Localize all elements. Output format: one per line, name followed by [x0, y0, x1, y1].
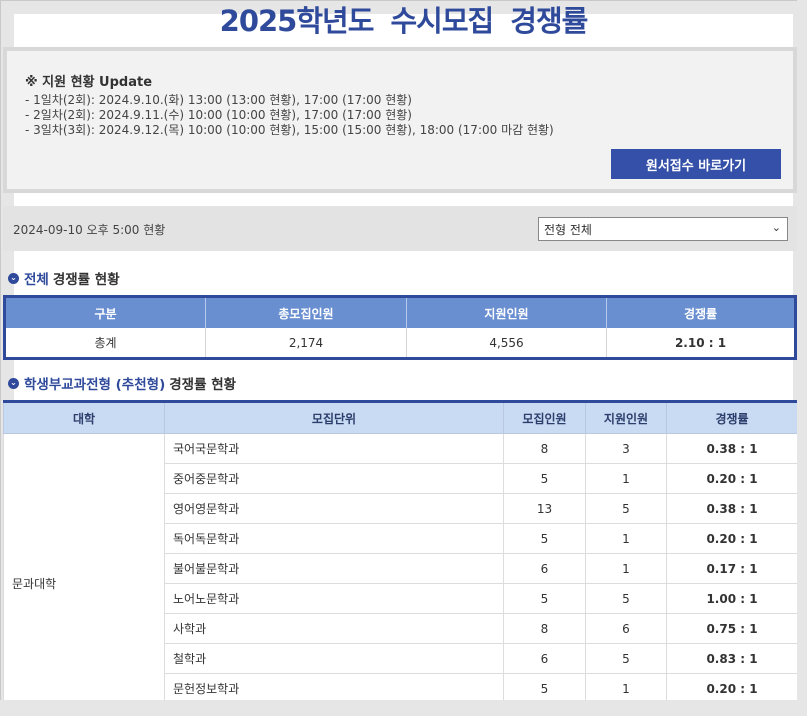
total-table-row: 총계 2,174 4,556 2.10 : 1: [4, 328, 796, 359]
applicants-cell: 3: [585, 433, 667, 464]
header-competition-rate: 경쟁률: [606, 296, 796, 328]
recruit-unit-cell: 영어영문학과: [164, 493, 504, 524]
quota-cell: 6: [503, 553, 586, 584]
total-table-header-row: 구분 총모집인원 지원인원 경쟁률: [4, 296, 796, 328]
page-title: 2025학년도 수시모집 경쟁률: [219, 4, 589, 38]
quota-cell: 6: [503, 643, 586, 674]
header-total-quota: 총모집인원: [205, 296, 407, 328]
notice-heading: ※ 지원 현황 Update: [25, 75, 153, 90]
rate-cell: 0.20 : 1: [666, 463, 798, 494]
detail-table-header-row: 대학 모집단위 모집인원 지원인원 경쟁률: [3, 401, 798, 434]
recruit-unit-cell: 국어국문학과: [164, 433, 504, 464]
recruit-unit-cell: 문헌정보학과: [164, 673, 504, 704]
header-college: 대학: [3, 401, 165, 434]
rate-cell: 0.20 : 1: [666, 523, 798, 554]
detail-section-title: ⌄ 학생부교과전형 (추천형) 경쟁률 현황: [8, 373, 236, 393]
table-row: 문과대학 국어국문학과 8 3 0.38 : 1: [3, 433, 798, 716]
chevron-circle-icon: ⌄: [8, 272, 19, 284]
applicants-cell: 1: [585, 463, 667, 494]
rate-cell: 0.17 : 1: [666, 553, 798, 584]
applicants-cell: 5: [585, 643, 667, 674]
notice-line-day3: - 3일차(3회): 2024.9.12.(목) 10:00 (10:00 현황…: [25, 123, 554, 137]
quota-cell: 5: [503, 523, 586, 554]
recruit-unit-cell: 노어노문학과: [164, 583, 504, 614]
recruit-unit-cell: 철학과: [164, 643, 504, 674]
total-section-title: ⌄ 전체 경쟁률 현황: [8, 268, 120, 288]
detail-table: 대학 모집단위 모집인원 지원인원 경쟁률 문과대학 국어국문학과 8 3 0.38 :…: [3, 400, 798, 716]
applicants-cell: 1: [585, 673, 667, 704]
recruit-unit-cell: 독어독문학과: [164, 523, 504, 554]
bottom-edge: [0, 700, 807, 716]
recruit-unit-cell: 사학과: [164, 613, 504, 644]
update-notice-box: ※ 지원 현황 Update - 1일차(2회): 2024.9.10.(화) …: [3, 47, 797, 193]
quota-cell: 5: [503, 583, 586, 614]
total-category: 총계: [4, 328, 206, 359]
rate-cell: 1.00 : 1: [666, 583, 798, 614]
total-quota: 2,174: [205, 328, 407, 359]
rate-cell: 0.38 : 1: [666, 493, 798, 524]
applicants-cell: 1: [585, 523, 667, 554]
header-applicants: 지원인원: [406, 296, 607, 328]
rate-cell: 0.83 : 1: [666, 643, 798, 674]
applicants-cell: 5: [585, 493, 667, 524]
total-applicants: 4,556: [406, 328, 607, 359]
applicants-cell: 1: [585, 553, 667, 584]
college-cell: 문과대학: [3, 433, 165, 716]
detail-section-accent: 학생부교과전형 (추천형): [24, 377, 166, 393]
header-recruit-unit: 모집단위: [164, 401, 504, 434]
detail-section-label: 경쟁률 현황: [169, 377, 237, 393]
quota-cell: 8: [503, 613, 586, 644]
rate-cell: 0.20 : 1: [666, 673, 798, 704]
quota-cell: 8: [503, 433, 586, 464]
header-quota: 모집인원: [503, 401, 586, 434]
scroll-edge: [797, 0, 807, 716]
chevron-down-icon: ⌄: [771, 221, 781, 234]
applicants-cell: 5: [585, 583, 667, 614]
admission-type-selected: 전형 전체: [544, 222, 592, 237]
total-section-label: 경쟁률 현황: [52, 272, 120, 288]
page: 2025학년도 수시모집 경쟁률 ※ 지원 현황 Update - 1일차(2회…: [0, 0, 807, 716]
applicants-cell: 6: [585, 613, 667, 644]
status-bar: 2024-09-10 오후 5:00 현황 전형 전체 ⌄: [3, 206, 797, 251]
rate-cell: 0.75 : 1: [666, 613, 798, 644]
header-applicants: 지원인원: [585, 401, 667, 434]
recruit-unit-cell: 중어중문학과: [164, 463, 504, 494]
status-timestamp: 2024-09-10 오후 5:00 현황: [13, 223, 166, 237]
quota-cell: 5: [503, 673, 586, 704]
recruit-unit-cell: 불어불문학과: [164, 553, 504, 584]
total-rate: 2.10 : 1: [606, 328, 796, 359]
quota-cell: 13: [503, 493, 586, 524]
chevron-circle-icon: ⌄: [8, 377, 19, 389]
header-category: 구분: [4, 296, 206, 328]
apply-online-button[interactable]: 원서접수 바로가기: [611, 149, 781, 179]
rate-cell: 0.38 : 1: [666, 433, 798, 464]
admission-type-select[interactable]: 전형 전체 ⌄: [538, 217, 788, 241]
header-rate: 경쟁률: [666, 401, 798, 434]
total-table: 구분 총모집인원 지원인원 경쟁률 총계 2,174 4,556 2.10 : …: [3, 295, 797, 360]
detail-table-body: 문과대학 국어국문학과 8 3 0.38 : 1 중어중문학과 5 1 0.20 : 1 영어영문…: [3, 433, 798, 716]
total-section-accent: 전체: [24, 272, 49, 288]
quota-cell: 5: [503, 463, 586, 494]
